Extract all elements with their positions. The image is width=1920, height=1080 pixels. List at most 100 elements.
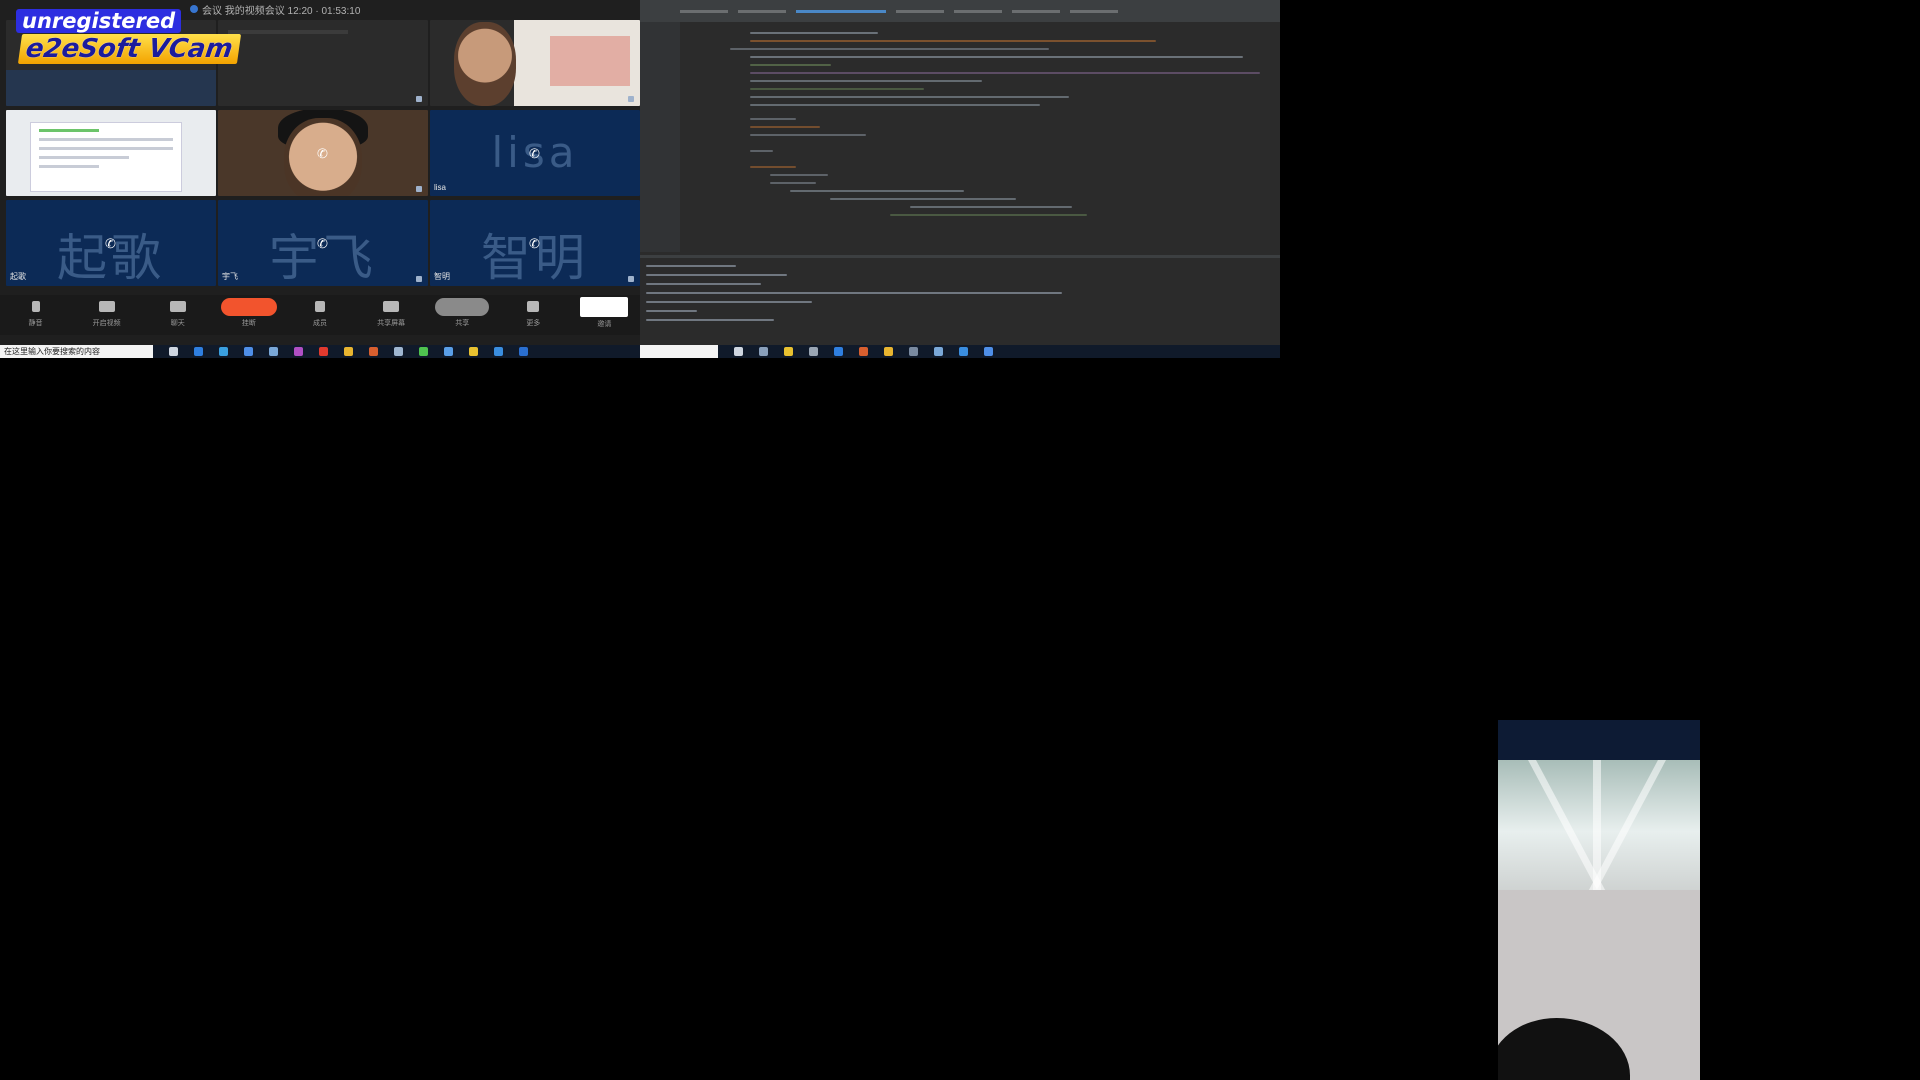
- mute-label: 静音: [28, 320, 43, 327]
- editor-tab[interactable]: [738, 9, 786, 13]
- meeting-status-icon: [190, 5, 198, 13]
- tile-9-name: 智明: [434, 272, 450, 281]
- windows-taskbar-left: 在这里输入你要搜索的内容: [0, 345, 640, 358]
- tile-8-name: 宇飞: [222, 272, 238, 281]
- vs-icon[interactable]: [294, 347, 303, 356]
- video-button[interactable]: 开启视频: [71, 295, 142, 335]
- app-icon[interactable]: [859, 347, 868, 356]
- share-screen-label: 共享屏幕: [377, 320, 406, 327]
- camera-preview-header: [1498, 720, 1700, 760]
- chat-icon: [169, 301, 186, 312]
- app-icon[interactable]: [494, 347, 503, 356]
- tile-7-name: 起歌: [10, 272, 26, 281]
- app-icon[interactable]: [959, 347, 968, 356]
- members-button[interactable]: 成员: [284, 295, 355, 335]
- code-area[interactable]: [690, 26, 1270, 251]
- video-tile-7[interactable]: 起歌 ✆ 起歌: [6, 200, 216, 286]
- members-label: 成员: [312, 320, 327, 327]
- task-view-icon[interactable]: [169, 347, 178, 356]
- task-view-icon[interactable]: [734, 347, 743, 356]
- share-label: 共享: [455, 320, 470, 327]
- watermark-vcam-logo: e2eSoft VCam: [17, 34, 241, 64]
- editor-tabs: [640, 0, 1280, 22]
- taskbar-search-box[interactable]: 在这里输入你要搜索的内容: [0, 345, 153, 358]
- app-icon[interactable]: [319, 347, 328, 356]
- app-icon[interactable]: [394, 347, 403, 356]
- video-tile-6[interactable]: lisa ✆ lisa: [430, 110, 640, 196]
- folder-icon[interactable]: [784, 347, 793, 356]
- people-icon: [314, 301, 325, 312]
- tile-3-pin-icon: [628, 96, 634, 102]
- video-tile-2[interactable]: [218, 20, 428, 106]
- app-icon[interactable]: [444, 347, 453, 356]
- shared-document-thumbnail: [30, 122, 182, 192]
- invite-button[interactable]: 邀请: [569, 295, 640, 335]
- tile-8-pin-icon: [416, 276, 422, 282]
- editor-tab[interactable]: [954, 9, 1002, 13]
- video-tile-5[interactable]: ✆: [218, 110, 428, 196]
- tile-7-call-icon: ✆: [105, 236, 116, 251]
- tile-6-name: lisa: [434, 183, 447, 192]
- taskbar-search-box-2[interactable]: [640, 345, 718, 358]
- tile-7-avatar-name: 起歌: [57, 229, 165, 286]
- mute-button[interactable]: 静音: [0, 295, 71, 335]
- more-button[interactable]: 更多: [498, 295, 569, 335]
- editor-tab-active[interactable]: [796, 9, 886, 13]
- meeting-title-bar: 会议 我的视频会议 12:20 · 01:53:10: [190, 2, 360, 17]
- edge-icon[interactable]: [834, 347, 843, 356]
- app-icon[interactable]: [809, 347, 818, 356]
- hang-up-icon: [220, 298, 277, 316]
- app-icon[interactable]: [519, 347, 528, 356]
- app-icon[interactable]: [934, 347, 943, 356]
- share-button[interactable]: 共享: [427, 295, 498, 335]
- editor-tab[interactable]: [1012, 9, 1060, 13]
- user-head-silhouette: [1498, 1018, 1630, 1080]
- editor-tab[interactable]: [680, 9, 728, 13]
- share-screen-icon: [383, 301, 400, 312]
- app-icon[interactable]: [419, 347, 428, 356]
- editor-tab[interactable]: [896, 9, 944, 13]
- tile-8-call-icon: ✆: [317, 236, 328, 251]
- tile-9-call-icon: ✆: [529, 236, 540, 251]
- invite-icon: [580, 297, 629, 317]
- tile-8-avatar-name: 宇飞: [269, 229, 377, 286]
- app-icon[interactable]: [244, 347, 253, 356]
- code-editor-window: [640, 0, 1280, 345]
- edge-icon[interactable]: [194, 347, 203, 356]
- chrome-icon[interactable]: [344, 347, 353, 356]
- background-poster: [550, 36, 630, 86]
- video-tile-3[interactable]: [430, 20, 640, 106]
- shared-screen-view: 会议 我的视频会议 12:20 · 01:53:10 unregistered …: [0, 0, 1280, 358]
- share-screen-button[interactable]: 共享屏幕: [356, 295, 427, 335]
- more-icon: [527, 301, 540, 312]
- video-tile-4[interactable]: [6, 110, 216, 196]
- microphone-icon: [31, 301, 40, 312]
- app-icon[interactable]: [219, 347, 228, 356]
- tile-2-pin-icon: [416, 96, 422, 102]
- self-camera-preview[interactable]: [1498, 720, 1700, 1080]
- folder-icon[interactable]: [469, 347, 478, 356]
- app-icon[interactable]: [759, 347, 768, 356]
- line-number-gutter: [640, 22, 680, 252]
- hang-up-button[interactable]: 挂断: [213, 295, 284, 335]
- app-icon[interactable]: [909, 347, 918, 356]
- chrome-icon[interactable]: [884, 347, 893, 356]
- editor-tab[interactable]: [1070, 9, 1118, 13]
- app-icon[interactable]: [984, 347, 993, 356]
- tile-5-call-icon: ✆: [317, 146, 328, 161]
- tile-5-pin-icon: [416, 186, 422, 192]
- share-icon: [435, 298, 490, 316]
- more-label: 更多: [526, 320, 541, 327]
- watermark-unregistered: unregistered: [16, 9, 182, 33]
- video-tile-8[interactable]: 宇飞 ✆ 宇飞: [218, 200, 428, 286]
- app-icon[interactable]: [369, 347, 378, 356]
- tile-9-avatar-name: 智明: [481, 229, 589, 286]
- video-tile-9[interactable]: 智明 ✆ 智明: [430, 200, 640, 286]
- console-panel[interactable]: [640, 255, 1280, 343]
- chat-label: 聊天: [170, 320, 185, 327]
- meeting-window: 会议 我的视频会议 12:20 · 01:53:10 unregistered …: [0, 0, 640, 345]
- app-icon[interactable]: [269, 347, 278, 356]
- windows-taskbar-right: [640, 345, 1280, 358]
- chat-button[interactable]: 聊天: [142, 295, 213, 335]
- tile-screen-strip: [6, 70, 216, 106]
